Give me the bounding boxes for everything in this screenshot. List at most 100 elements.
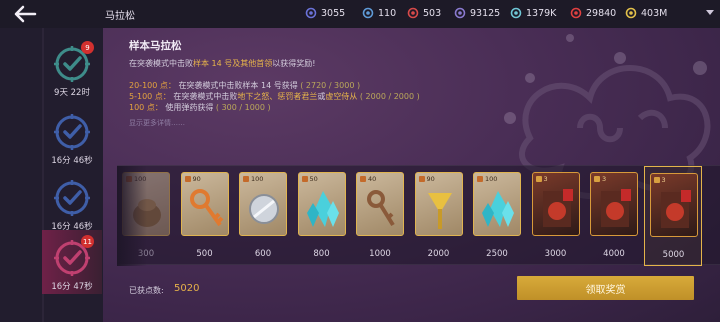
reward-points-threshold: 2000	[427, 249, 450, 259]
battery-icon	[362, 7, 374, 19]
reward-card: 100	[239, 172, 287, 236]
reward-count: 100	[477, 175, 497, 183]
resource-counter: 503	[407, 7, 441, 19]
reward-count: 40	[360, 175, 376, 183]
reward-slot[interactable]: 90 500	[176, 166, 234, 266]
reward-slot[interactable]: 40 1000	[351, 166, 409, 266]
hero-card-icon	[660, 190, 691, 228]
reward-count-value: 3	[543, 175, 548, 183]
resource-value: 403M	[641, 7, 668, 19]
reward-count-value: 90	[192, 175, 201, 183]
scroll-fade-left	[117, 166, 147, 266]
gem-icon	[570, 7, 582, 19]
resource-value: 29840	[586, 7, 617, 19]
reward-count: 3	[535, 175, 548, 183]
reward-card: 3	[649, 173, 698, 237]
reward-count: 50	[301, 175, 318, 183]
event-panel: 样本马拉松 在突袭模式中击败样本 14 号及其他首领以获得奖励! 20-100 …	[103, 28, 720, 322]
reward-track[interactable]: 1003009050010060050800401000902000100250…	[117, 165, 720, 266]
earned-points-value: 5020	[174, 283, 200, 294]
reward-count: 3	[653, 176, 666, 184]
reward-card: 3	[531, 172, 580, 236]
top-bar: 马拉松 3055 110 503 93125 1379K 29840 403M	[0, 0, 720, 28]
resource-counter: 29840	[570, 7, 616, 19]
resource-counter: 1379K	[510, 7, 556, 19]
notification-badge: 11	[81, 235, 94, 248]
reward-slot[interactable]: 3 5000	[643, 166, 702, 266]
crosshair-icon: 9	[52, 41, 94, 84]
crosshair-icon: 11	[52, 235, 94, 278]
resource-value: 1379K	[526, 7, 557, 19]
key-bronze-icon	[367, 190, 395, 227]
hero-card-icon	[601, 189, 631, 227]
reward-count: 90	[184, 175, 201, 183]
reward-points-threshold: 3000	[544, 249, 567, 259]
crosshair-icon	[52, 112, 92, 152]
event-description: 在突袭模式中击败样本 14 号及其他首领以获得奖励!	[129, 59, 316, 68]
sidebar-event-tab[interactable]: 16分 46秒	[42, 170, 102, 234]
reward-points-threshold: 5000	[662, 250, 685, 260]
resource-value: 3055	[321, 7, 346, 19]
reward-slot[interactable]: 3 4000	[585, 166, 643, 266]
reward-points-threshold: 4000	[603, 249, 625, 259]
reward-count-value: 100	[485, 175, 498, 183]
sidebar-event-tab[interactable]: 16分 46秒	[42, 104, 102, 168]
reward-card: 90	[180, 172, 229, 236]
sidebar-event-tab[interactable]: 11 16分 47秒	[42, 230, 102, 294]
reward-count: 100	[243, 175, 263, 183]
menu-dropdown-icon[interactable]	[706, 10, 714, 15]
notification-badge: 9	[81, 41, 94, 54]
show-more-link[interactable]: 显示更多详情……	[129, 118, 185, 128]
resource-counter: 93125	[454, 7, 500, 19]
sidebar: 9 9天 22时 16分 46秒 16分 46秒 11 16分 47秒	[0, 28, 103, 322]
reward-slot[interactable]: 3 3000	[527, 166, 585, 266]
reward-slot[interactable]: 50 800	[293, 166, 351, 266]
reward-slot[interactable]: 100 600	[234, 166, 292, 266]
back-button[interactable]	[0, 0, 50, 28]
reward-count-value: 3	[602, 175, 607, 183]
key-gold-icon	[427, 193, 452, 229]
rule-line-1: 20-100 点： 在突袭模式中击败样本 14 号获得 ( 2720 / 300…	[129, 81, 361, 90]
rule-line-2: 5-100 点： 在突袭模式中击败地下之怒、惩罚者君兰或虚空侍从 ( 2000 …	[129, 92, 420, 101]
diamond-icon	[454, 7, 466, 19]
reward-points-threshold: 500	[196, 249, 213, 259]
reward-card: 3	[590, 172, 638, 236]
earned-points-label: 已获点数:	[129, 286, 164, 295]
resource-value: 503	[423, 7, 442, 19]
crystal-icon	[482, 191, 514, 227]
reward-count-value: 50	[309, 175, 318, 183]
orb-icon	[249, 194, 279, 224]
countdown-timer: 16分 47秒	[51, 282, 93, 292]
reward-card: 100	[473, 172, 521, 236]
reward-card: 40	[356, 172, 404, 236]
reward-slot[interactable]: 90 2000	[410, 166, 468, 266]
reward-card: 50	[297, 172, 346, 236]
key-orange-icon	[189, 189, 223, 227]
resource-value: 110	[378, 7, 397, 19]
rule-line-3: 100 点： 使用弹药获得 ( 300 / 1000 )	[129, 103, 271, 112]
arrow-left-icon	[14, 5, 37, 23]
coin-icon	[625, 7, 637, 19]
resource-counter: 3055	[305, 7, 345, 19]
token-icon	[407, 7, 419, 19]
reward-points-threshold: 600	[254, 249, 272, 259]
reward-points-threshold: 800	[313, 249, 330, 259]
reward-count: 3	[594, 175, 606, 183]
crystal-icon	[306, 191, 339, 227]
reward-count-value: 40	[368, 175, 377, 183]
event-title: 样本马拉松	[129, 40, 182, 52]
claim-reward-button[interactable]: 领取奖赏	[517, 276, 694, 300]
reward-slot[interactable]: 100 2500	[468, 166, 526, 266]
resource-counter: 403M	[625, 7, 667, 19]
resource-value: 93125	[470, 7, 501, 19]
countdown-timer: 16分 46秒	[51, 156, 93, 166]
reward-count-value: 100	[251, 175, 264, 183]
reward-count-value: 3	[661, 176, 666, 184]
sidebar-event-tab[interactable]: 9 9天 22时	[42, 36, 102, 100]
cycle-icon	[510, 7, 522, 19]
crosshair-icon	[52, 178, 92, 218]
reward-points-threshold: 2500	[486, 249, 508, 259]
page-title: 马拉松	[105, 11, 135, 22]
countdown-timer: 9天 22时	[54, 88, 90, 98]
resource-counter: 110	[362, 7, 396, 19]
